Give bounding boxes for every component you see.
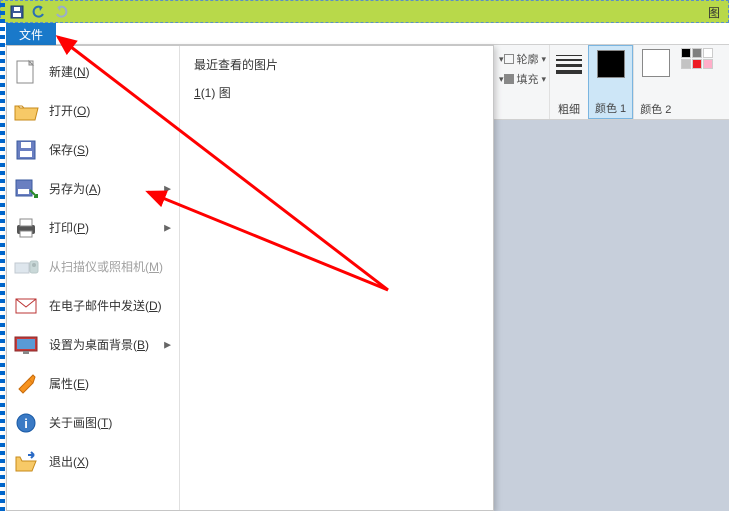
menu-item-save[interactable]: 保存(S)	[7, 130, 179, 169]
menu-item-about[interactable]: i 关于画图(T)	[7, 403, 179, 442]
outline-option[interactable]: ▾轮廓▾	[496, 51, 547, 67]
saveas-icon	[13, 176, 39, 202]
email-icon	[13, 293, 39, 319]
ribbon-right-section: ▾轮廓▾ ▾填充▾ 粗细 颜色 1 颜色 2	[494, 45, 729, 120]
redo-icon[interactable]	[53, 4, 69, 20]
color1-group[interactable]: 颜色 1	[588, 45, 633, 119]
menu-label: 退出(X)	[49, 453, 89, 470]
menu-item-properties[interactable]: 属性(E)	[7, 364, 179, 403]
quick-access-toolbar: 图	[0, 0, 729, 23]
palette-swatch[interactable]	[703, 48, 713, 58]
menu-item-scanner: 从扫描仪或照相机(M)	[7, 247, 179, 286]
undo-icon[interactable]	[31, 4, 47, 20]
about-icon: i	[13, 410, 39, 436]
palette-swatch[interactable]	[681, 59, 691, 69]
color2-group[interactable]: 颜色 2	[633, 45, 677, 119]
fill-option[interactable]: ▾填充▾	[496, 71, 547, 87]
thickness-group[interactable]: 粗细	[549, 45, 588, 119]
properties-icon	[13, 371, 39, 397]
menu-item-print[interactable]: 打印(P) ▶	[7, 208, 179, 247]
menu-label: 在电子邮件中发送(D)	[49, 297, 162, 314]
canvas-background[interactable]	[494, 120, 729, 511]
menu-item-open[interactable]: 打开(O)	[7, 91, 179, 130]
menu-label: 打印(P)	[49, 219, 89, 236]
thickness-icon	[556, 49, 582, 74]
menu-label: 保存(S)	[49, 141, 89, 158]
print-icon	[13, 215, 39, 241]
recent-file-item[interactable]: 1(1) 图	[194, 81, 479, 104]
submenu-arrow-icon: ▶	[164, 222, 171, 233]
menu-label: 打开(O)	[49, 102, 90, 119]
menu-item-new[interactable]: 新建(N)	[7, 52, 179, 91]
scanner-icon	[13, 254, 39, 280]
palette-swatch[interactable]	[692, 48, 702, 58]
menu-item-saveas[interactable]: 另存为(A) ▶	[7, 169, 179, 208]
file-menu-dropdown: 新建(N) 打开(O) 保存(S) 另存为(A) ▶ 打印(P) ▶ 从扫描仪或…	[6, 45, 494, 511]
save-icon[interactable]	[9, 4, 25, 20]
outline-label: 轮廓	[517, 51, 539, 67]
menu-label: 另存为(A)	[49, 180, 101, 197]
new-icon	[13, 59, 39, 85]
color2-swatch	[642, 49, 670, 77]
submenu-arrow-icon: ▶	[164, 339, 171, 350]
open-icon	[13, 98, 39, 124]
save-icon	[13, 137, 39, 163]
menu-label: 属性(E)	[49, 375, 89, 392]
palette-swatch[interactable]	[681, 48, 691, 58]
menu-item-email[interactable]: 在电子邮件中发送(D)	[7, 286, 179, 325]
menu-label: 关于画图(T)	[49, 414, 112, 431]
svg-text:i: i	[24, 416, 28, 431]
palette-swatch[interactable]	[692, 59, 702, 69]
menu-label: 从扫描仪或照相机(M)	[49, 258, 163, 275]
fill-label: 填充	[517, 71, 539, 87]
recent-files-panel: 最近查看的图片 1(1) 图	[180, 46, 493, 510]
menu-item-desktop[interactable]: 设置为桌面背景(B) ▶	[7, 325, 179, 364]
file-tab[interactable]: 文件	[6, 23, 56, 45]
thickness-label: 粗细	[558, 101, 580, 117]
desktop-icon	[13, 332, 39, 358]
window-title-fragment: 图	[708, 4, 720, 21]
ribbon-tab-bar: 文件	[0, 23, 729, 45]
color2-label: 颜色 2	[640, 101, 671, 117]
file-menu-column: 新建(N) 打开(O) 保存(S) 另存为(A) ▶ 打印(P) ▶ 从扫描仪或…	[7, 46, 180, 510]
exit-icon	[13, 449, 39, 475]
recent-files-title: 最近查看的图片	[194, 56, 479, 73]
color1-label: 颜色 1	[595, 100, 626, 116]
menu-item-exit[interactable]: 退出(X)	[7, 442, 179, 481]
color-palette[interactable]	[681, 45, 713, 119]
menu-label: 设置为桌面背景(B)	[49, 336, 149, 353]
submenu-arrow-icon: ▶	[164, 183, 171, 194]
palette-swatch[interactable]	[703, 59, 713, 69]
color1-swatch	[597, 50, 625, 78]
shape-options: ▾轮廓▾ ▾填充▾	[494, 45, 549, 119]
menu-label: 新建(N)	[49, 63, 90, 80]
selection-border-left	[0, 0, 5, 511]
